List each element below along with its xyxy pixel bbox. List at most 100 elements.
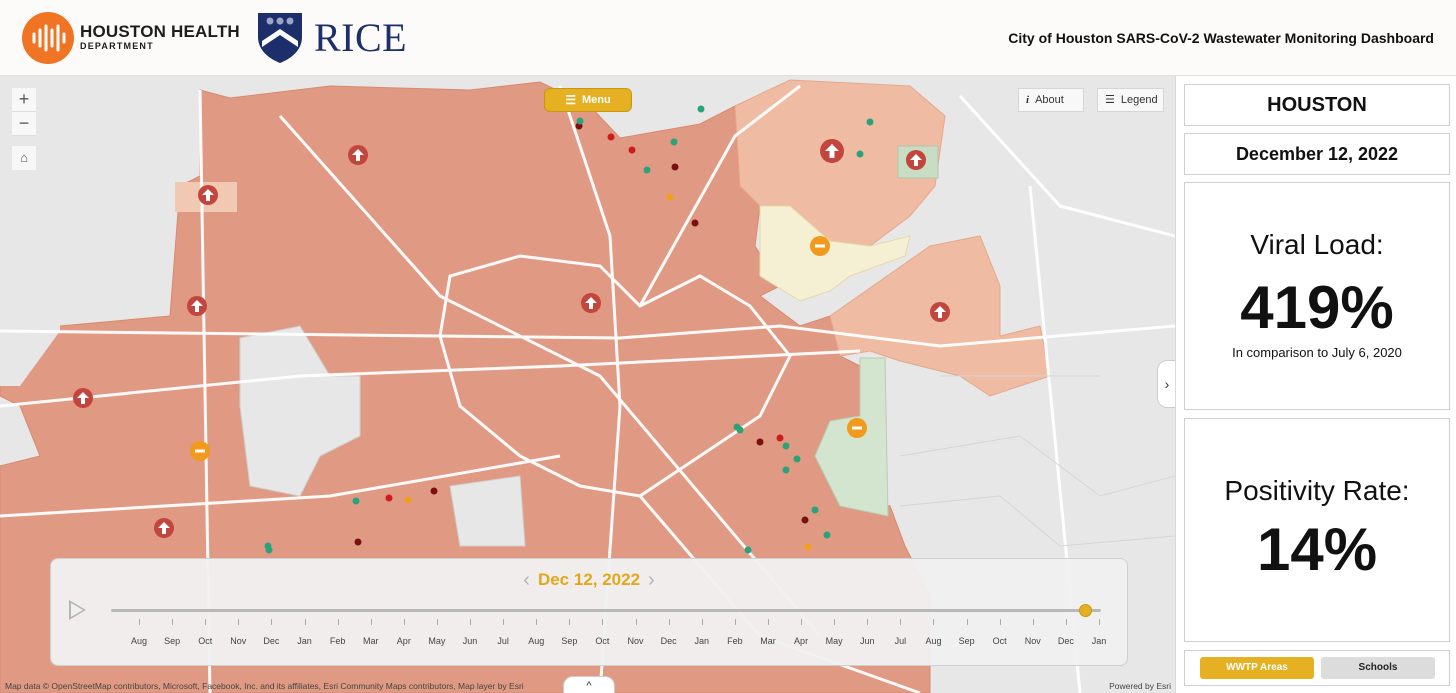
timeline-tick xyxy=(205,619,207,625)
timeline-tick xyxy=(1032,619,1034,625)
timeline-tick xyxy=(436,619,438,625)
timeline-tick xyxy=(238,619,240,625)
timeline-month-label: Jan xyxy=(297,636,312,646)
timeline-month-label: Oct xyxy=(198,636,213,646)
schools-button[interactable]: Schools xyxy=(1321,657,1435,679)
positivity-rate-label: Positivity Rate: xyxy=(1224,475,1410,506)
timeline-month-label: Mar xyxy=(362,636,379,646)
timeline-tick xyxy=(801,619,803,625)
timeline-date-row: ‹ Dec 12, 2022 › xyxy=(51,569,1127,592)
timeline-month-labels: Aug Sep Oct Nov Dec Jan Feb Mar Apr May Jun Jul Aug S… xyxy=(111,636,1106,650)
previous-date-button[interactable]: ‹ xyxy=(523,569,530,592)
timeline-tick xyxy=(139,619,140,625)
timeline-tick xyxy=(701,619,703,625)
timeline-month-label: Apr xyxy=(794,636,809,646)
menu-label: Menu xyxy=(582,94,611,106)
list-icon: ☰ xyxy=(1105,93,1115,106)
menu-button[interactable]: ☰ Menu xyxy=(544,88,632,112)
timeline-tick xyxy=(470,619,472,625)
timeline-tick xyxy=(734,619,736,625)
zoom-out-button[interactable]: − xyxy=(12,112,36,136)
map-view[interactable]: + − ⌂ ☰ Menu i About ☰ Legend › ‹ Dec 12, 20… xyxy=(0,76,1175,693)
map-attribution: Map data © OpenStreetMap contributors, M… xyxy=(5,681,524,691)
timeline-tick xyxy=(867,619,869,625)
timeline-tick xyxy=(536,619,538,625)
timeline-tick xyxy=(1065,619,1067,625)
powered-by-esri[interactable]: Powered by Esri xyxy=(1109,681,1171,691)
timeline-tick xyxy=(503,619,505,625)
timeline-tick xyxy=(602,619,604,625)
timeline-tick xyxy=(172,619,174,625)
viral-load-label: Viral Load: xyxy=(1250,229,1384,260)
positivity-rate-value: 14% xyxy=(1256,516,1378,583)
timeline-tick xyxy=(966,619,968,625)
timeline-month-label: Jan xyxy=(694,636,710,646)
about-button[interactable]: i About xyxy=(1018,88,1084,112)
timeline-month-label: Aug xyxy=(528,636,545,646)
timeline-month-label: Jun xyxy=(462,636,478,646)
expand-panel-button[interactable]: › xyxy=(1157,360,1175,408)
home-button[interactable]: ⌂ xyxy=(12,146,36,170)
timeline-month-label: Nov xyxy=(230,636,247,646)
viral-load-comparison: In comparison to July 6, 2020 xyxy=(1232,345,1402,360)
zoom-controls: + − ⌂ xyxy=(12,88,36,170)
timeline-month-label: Feb xyxy=(727,636,743,646)
timeline-month-label: Oct xyxy=(992,636,1007,646)
timeline-month-label: Feb xyxy=(329,636,346,646)
timeline-tick xyxy=(569,619,571,625)
timeline-month-label: Aug xyxy=(925,636,942,646)
viral-load-card: Viral Load: 419% In comparison to July 6… xyxy=(1184,182,1450,410)
viral-load-value: 419% xyxy=(1240,274,1394,341)
hhd-name: HOUSTON HEALTH xyxy=(80,22,240,41)
timeline-month-label: Sep xyxy=(958,636,975,646)
rice-wordmark: RICE xyxy=(314,15,408,60)
timeline-slider-thumb[interactable] xyxy=(1079,604,1093,617)
timeline-month-label: Jul xyxy=(894,636,907,646)
timeline-tick xyxy=(403,619,405,625)
hhd-subtitle: DEPARTMENT xyxy=(80,41,154,51)
timeline-month-label: Nov xyxy=(1024,636,1041,646)
legend-button[interactable]: ☰ Legend xyxy=(1097,88,1164,112)
timeline-month-label: Dec xyxy=(1057,636,1074,646)
about-label: About xyxy=(1035,94,1064,106)
side-panel: HOUSTON December 12, 2022 Viral Load: 41… xyxy=(1175,76,1456,693)
timeline-tick xyxy=(1099,619,1100,625)
play-button[interactable] xyxy=(69,600,86,620)
info-icon: i xyxy=(1026,94,1030,106)
rice-shield-icon xyxy=(258,13,302,63)
timeline-tick xyxy=(900,619,902,625)
timeline-tick xyxy=(635,619,637,625)
legend-label: Legend xyxy=(1120,94,1158,106)
positivity-rate-card: Positivity Rate: 14% xyxy=(1184,418,1450,642)
timeline-month-label: Nov xyxy=(627,636,644,646)
timeline-month-label: Sep xyxy=(164,636,181,646)
hamburger-icon: ☰ xyxy=(565,93,577,108)
timeline-tick xyxy=(767,619,769,625)
wwtp-areas-button[interactable]: WWTP Areas xyxy=(1200,657,1314,679)
timeline-month-label: Jun xyxy=(860,636,875,646)
timeline-tick xyxy=(304,619,306,625)
timeline-tick xyxy=(668,619,670,625)
timeline-tick xyxy=(271,619,273,625)
timeline-month-label: Aug xyxy=(130,636,148,646)
timeline-month-label: Jul xyxy=(497,636,509,646)
dashboard-title: City of Houston SARS-CoV-2 Wastewater Mo… xyxy=(1008,30,1434,46)
header: HOUSTON HEALTH DEPARTMENT RICE City of H… xyxy=(0,0,1456,76)
timeline-month-label: Sep xyxy=(561,636,578,646)
date-card: December 12, 2022 xyxy=(1184,133,1450,175)
timeline-slider[interactable] xyxy=(111,604,1101,617)
timeline-tick xyxy=(337,619,339,625)
timeline-month-label: May xyxy=(825,636,843,646)
timeline-month-label: Oct xyxy=(595,636,610,646)
zoom-in-button[interactable]: + xyxy=(12,88,36,112)
timeline-month-label: Jan xyxy=(1091,636,1107,646)
timeline-month-label: May xyxy=(428,636,446,646)
next-date-button[interactable]: › xyxy=(648,569,655,592)
timeline-current-date: Dec 12, 2022 xyxy=(537,570,641,589)
collapse-timeline-button[interactable]: ^ xyxy=(563,676,615,693)
timeline-month-label: Apr xyxy=(396,636,411,646)
timeline-ticks xyxy=(111,619,1101,629)
houston-health-logo-icon xyxy=(22,12,74,64)
city-card: HOUSTON xyxy=(1184,84,1450,126)
timeline-tick xyxy=(834,619,836,625)
